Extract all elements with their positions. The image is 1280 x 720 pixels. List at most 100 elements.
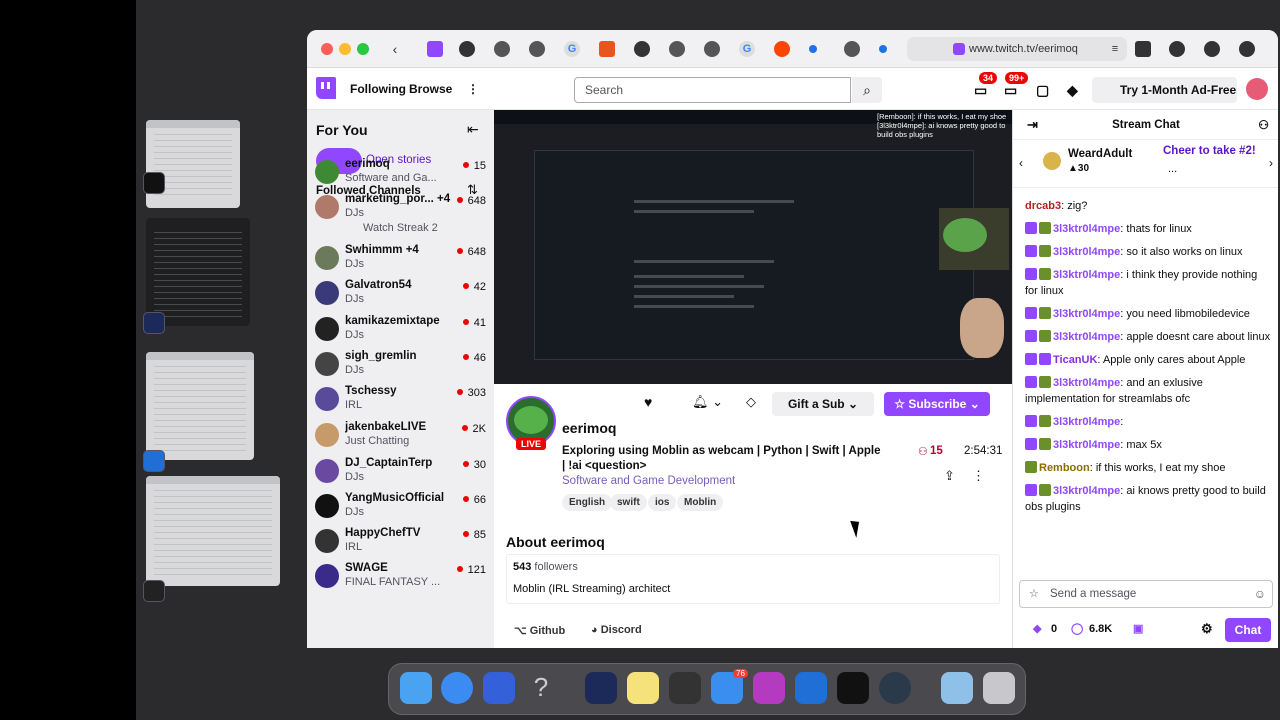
- prev-icon[interactable]: ‹: [1019, 156, 1023, 170]
- discord-link[interactable]: ◕ Discord: [591, 624, 642, 636]
- nav-browse[interactable]: Browse: [409, 82, 452, 96]
- community-icon[interactable]: ⚇: [1258, 110, 1269, 140]
- tab-icon[interactable]: [844, 41, 860, 57]
- follow-heart-icon[interactable]: ♥: [644, 394, 652, 410]
- chat-username[interactable]: 3l3ktr0l4mpe: [1053, 439, 1120, 451]
- notification-bell-icon[interactable]: 🔔︎ ⌄: [692, 394, 723, 410]
- next-icon[interactable]: ›: [1269, 156, 1273, 170]
- chat-username[interactable]: 3l3ktr0l4mpe: [1053, 331, 1120, 343]
- close-window-button[interactable]: [321, 43, 333, 55]
- stage-thumb-4[interactable]: [146, 476, 280, 586]
- chat-username[interactable]: 3l3ktr0l4mpe: [1053, 485, 1120, 497]
- sidebar-channel[interactable]: eerimoq Software and Ga... 15: [315, 158, 490, 192]
- address-bar[interactable]: www.twitch.tv/eerimoq: [907, 37, 1127, 61]
- chat-username[interactable]: 3l3ktr0l4mpe: [1053, 223, 1120, 235]
- sidebar-channel[interactable]: kamikazemixtape DJs 41: [315, 315, 490, 349]
- zoom-window-button[interactable]: [357, 43, 369, 55]
- subscribe-button[interactable]: ☆ Subscribe ⌄: [884, 392, 990, 416]
- chat-settings-icon[interactable]: ⚙: [1201, 621, 1213, 637]
- emote-icon[interactable]: ☺: [1254, 581, 1266, 607]
- app-icon[interactable]: [483, 672, 515, 704]
- stream-category[interactable]: Software and Game Development: [562, 475, 735, 487]
- video-player[interactable]: [Remboon]: if this works, I eat my shoe …: [494, 110, 1012, 384]
- app-star-icon[interactable]: [753, 672, 785, 704]
- xcode-icon[interactable]: [795, 672, 827, 704]
- collapse-chat-icon[interactable]: ⇥: [1027, 110, 1038, 140]
- cheer-link[interactable]: Cheer to take #2!: [1163, 145, 1256, 157]
- chat-username[interactable]: TicanUK: [1053, 354, 1097, 366]
- folder-icon[interactable]: [941, 672, 973, 704]
- share-icon[interactable]: ⇪: [944, 468, 955, 484]
- sidebar-channel[interactable]: DJ_CaptainTerp DJs 30: [315, 457, 490, 491]
- chat-username[interactable]: 3l3ktr0l4mpe: [1053, 269, 1120, 281]
- stage-thumb-2[interactable]: [146, 218, 250, 326]
- finder-icon[interactable]: [400, 672, 432, 704]
- back-icon[interactable]: ‹: [387, 41, 403, 57]
- github-tab-icon[interactable]: [459, 41, 475, 57]
- chat-username[interactable]: 3l3ktr0l4mpe: [1053, 416, 1120, 428]
- google-tab-icon[interactable]: G: [739, 41, 755, 57]
- prime-icon[interactable]: ◆: [1067, 82, 1078, 99]
- github-tab-icon[interactable]: [1239, 41, 1255, 57]
- gift-icon[interactable]: ▣: [1133, 622, 1143, 635]
- github-tab-icon[interactable]: [634, 41, 650, 57]
- tab-icon[interactable]: [809, 45, 817, 53]
- moblin-icon[interactable]: [585, 672, 617, 704]
- chat-send-button[interactable]: Chat: [1225, 618, 1271, 642]
- tab-icon[interactable]: [879, 45, 887, 53]
- sidebar-channel[interactable]: YangMusicOfficial DJs 66: [315, 492, 490, 526]
- bits-icon[interactable]: ◆: [1033, 622, 1041, 635]
- trash-icon[interactable]: [983, 672, 1015, 704]
- stage-thumb-1[interactable]: [146, 120, 240, 208]
- sidebar-channel[interactable]: SWAGE FINAL FANTASY ... 121: [315, 562, 490, 596]
- sidebar-channel[interactable]: jakenbakeLIVE Just Chatting 2K: [315, 421, 490, 455]
- github-tab-icon[interactable]: [1169, 41, 1185, 57]
- safari-icon[interactable]: [441, 672, 473, 704]
- tab-icon[interactable]: [529, 41, 545, 57]
- whispers-icon[interactable]: ▢: [1036, 82, 1049, 99]
- activity-monitor-icon[interactable]: [837, 672, 869, 704]
- stage-thumb-3[interactable]: [146, 352, 254, 460]
- sidebar-channel[interactable]: HappyChefTV IRL 85: [315, 527, 490, 561]
- github-link[interactable]: ⌥ Github: [514, 624, 565, 637]
- gift-sub-button[interactable]: Gift a Sub ⌄: [772, 392, 874, 416]
- tab-icon[interactable]: [704, 41, 720, 57]
- instruments-icon[interactable]: [879, 672, 911, 704]
- tag-english[interactable]: English: [562, 494, 613, 511]
- app-h-icon[interactable]: [669, 672, 701, 704]
- tab-icon[interactable]: [1135, 41, 1151, 57]
- reader-icon[interactable]: ≡: [1107, 41, 1123, 57]
- nav-following[interactable]: Following: [350, 82, 406, 96]
- inbox-icon[interactable]: ▭: [974, 82, 987, 99]
- sidebar-channel[interactable]: Swhimmm +4 DJs 648: [315, 244, 490, 278]
- channel-points-icon[interactable]: ◯: [1071, 622, 1083, 635]
- chat-username[interactable]: Remboon: [1039, 462, 1090, 474]
- help-icon[interactable]: ?: [525, 672, 557, 704]
- more-menu-icon[interactable]: ⋮: [467, 82, 479, 96]
- chat-username[interactable]: 3l3ktr0l4mpe: [1053, 308, 1120, 320]
- sidebar-channel[interactable]: sigh_gremlin DJs 46: [315, 350, 490, 384]
- input-star-icon[interactable]: ☆: [1029, 581, 1039, 607]
- chat-username[interactable]: drcab3: [1025, 200, 1061, 212]
- github-tab-icon[interactable]: [1204, 41, 1220, 57]
- twitch-logo-icon[interactable]: [316, 77, 336, 99]
- sidebar-channel[interactable]: Galvatron54 DJs 42: [315, 279, 490, 313]
- prime-sub-icon[interactable]: ◇: [746, 394, 756, 410]
- chat-username[interactable]: 3l3ktr0l4mpe: [1053, 246, 1120, 258]
- channel-name[interactable]: eerimoq: [562, 420, 616, 436]
- chat-input[interactable]: ☆ Send a message ☺: [1019, 580, 1273, 608]
- collapse-sidebar-icon[interactable]: ⇤: [467, 121, 479, 138]
- tab-icon[interactable]: [669, 41, 685, 57]
- reddit-tab-icon[interactable]: [774, 41, 790, 57]
- notes-icon[interactable]: [627, 672, 659, 704]
- notifications-icon[interactable]: ▭: [1004, 82, 1017, 99]
- search-input[interactable]: Search: [574, 77, 851, 103]
- pinned-user[interactable]: WeardAdult: [1068, 148, 1132, 160]
- more-options-icon[interactable]: ⋮: [972, 468, 985, 484]
- minimize-window-button[interactable]: [339, 43, 351, 55]
- chat-username[interactable]: 3l3ktr0l4mpe: [1053, 377, 1120, 389]
- twitch-tab-icon[interactable]: [427, 41, 443, 57]
- google-tab-icon[interactable]: G: [564, 41, 580, 57]
- tag-swift[interactable]: swift: [610, 494, 647, 511]
- tag-ios[interactable]: ios: [648, 494, 677, 511]
